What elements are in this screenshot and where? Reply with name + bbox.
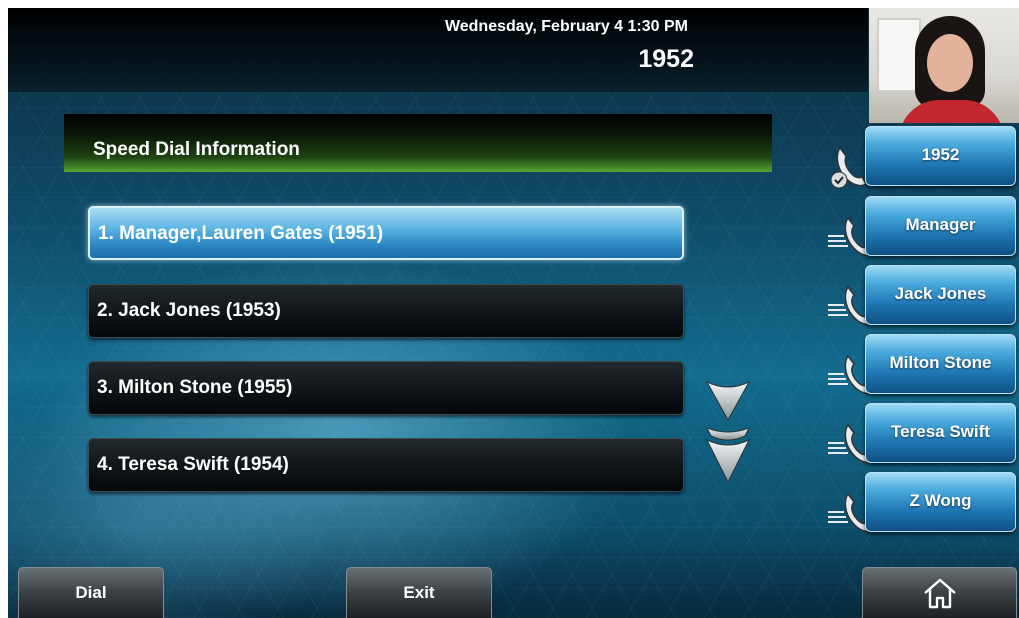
date-time: Wednesday, February 4 1:30 PM xyxy=(444,18,688,35)
dial-button[interactable]: Dial xyxy=(18,567,164,618)
line-key-jack-jones[interactable]: Jack Jones xyxy=(865,265,1016,325)
line-key-z-wong[interactable]: Z Wong xyxy=(865,472,1016,532)
phone-screen: Wednesday, February 4 1:30 PM 1952 Speed… xyxy=(8,8,1019,618)
line-key-1952[interactable]: 1952 xyxy=(865,126,1016,186)
camera-preview[interactable] xyxy=(869,8,1019,123)
speed-dial-item-2[interactable]: 2. Jack Jones (1953) xyxy=(88,284,684,338)
status-bar: Wednesday, February 4 1:30 PM 1952 xyxy=(8,8,868,92)
double-chevron-down-icon[interactable] xyxy=(705,426,751,484)
home-button[interactable] xyxy=(862,567,1017,618)
page-title: Speed Dial Information xyxy=(64,114,772,172)
line-key-manager[interactable]: Manager xyxy=(865,196,1016,256)
chevron-down-icon[interactable] xyxy=(705,378,751,422)
home-icon xyxy=(923,578,956,609)
speed-dial-item-4[interactable]: 4. Teresa Swift (1954) xyxy=(88,438,684,492)
line-number: 1952 xyxy=(638,45,694,73)
line-key-teresa-swift[interactable]: Teresa Swift xyxy=(865,403,1016,463)
line-key-milton-stone[interactable]: Milton Stone xyxy=(865,334,1016,394)
exit-button[interactable]: Exit xyxy=(346,567,492,618)
speed-dial-item-3[interactable]: 3. Milton Stone (1955) xyxy=(88,361,684,415)
speed-dial-item-1[interactable]: 1. Manager,Lauren Gates (1951) xyxy=(88,206,684,260)
